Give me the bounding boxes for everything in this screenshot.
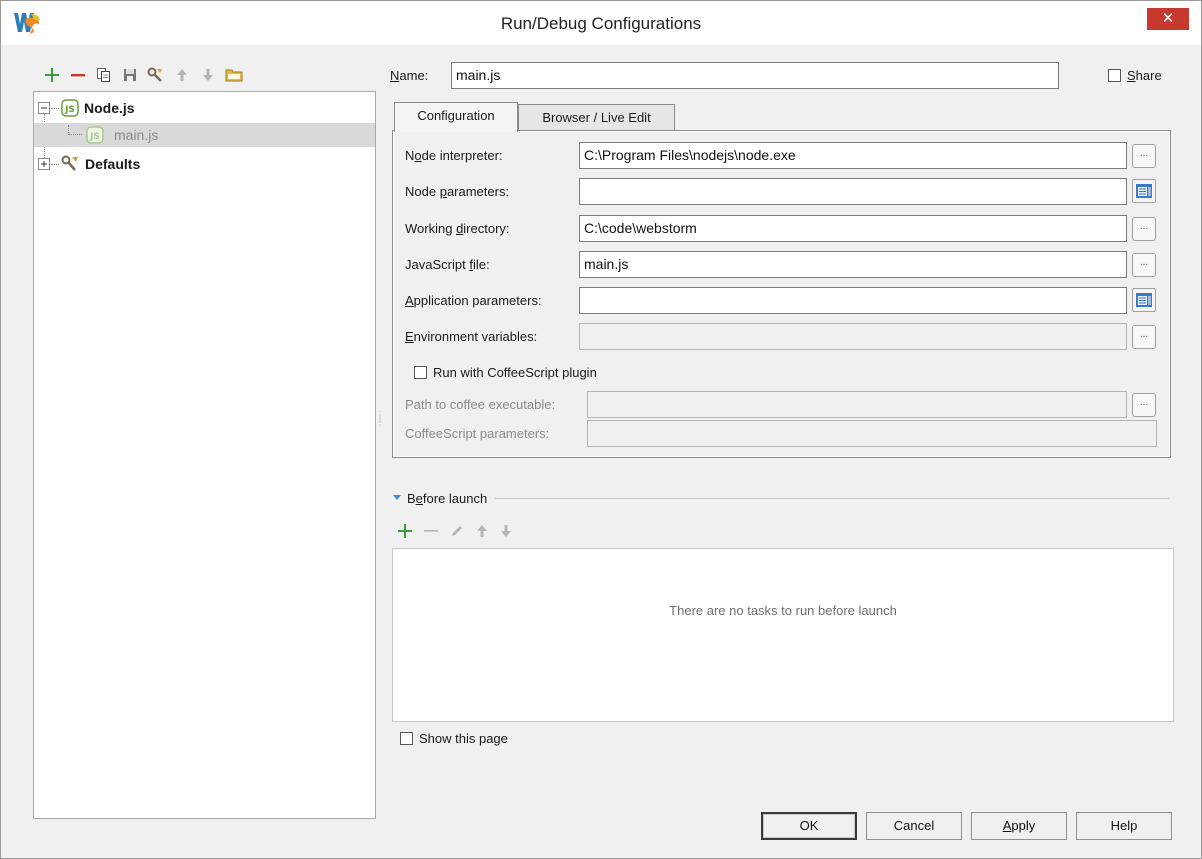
coffeescript-checkbox[interactable] bbox=[414, 366, 427, 379]
collapse-icon[interactable] bbox=[38, 102, 50, 114]
environment-variables-browse-button[interactable]: ... bbox=[1132, 325, 1156, 349]
remove-icon[interactable] bbox=[65, 63, 91, 87]
node-interpreter-input[interactable]: C:\Program Files\nodejs\node.exe bbox=[579, 142, 1127, 169]
javascript-file-input[interactable]: main.js bbox=[579, 251, 1127, 278]
tab-configuration[interactable]: Configuration bbox=[394, 102, 518, 132]
before-launch-toolbar bbox=[397, 519, 513, 543]
svg-text:JS: JS bbox=[64, 105, 75, 115]
coffee-path-label: Path to coffee executable: bbox=[405, 397, 556, 412]
application-parameters-expand-button[interactable] bbox=[1132, 288, 1156, 312]
name-label: Name: bbox=[390, 68, 429, 83]
before-launch-header[interactable]: Before launch bbox=[392, 490, 1169, 506]
expand-editor-icon bbox=[1136, 293, 1152, 307]
pane-splitter[interactable]: ⋮ ⋮ ⋮ bbox=[376, 411, 384, 435]
node-interpreter-browse-button[interactable]: ... bbox=[1132, 144, 1156, 168]
copy-icon[interactable] bbox=[91, 63, 117, 87]
working-directory-input[interactable]: C:\code\webstorm bbox=[579, 215, 1127, 242]
run-debug-configurations-dialog: Run/Debug Configurations ✕ JS Node.js JS… bbox=[0, 0, 1202, 859]
apply-button[interactable]: Apply bbox=[971, 812, 1067, 840]
tree-node-nodejs[interactable]: JS Node.js bbox=[38, 96, 368, 120]
working-directory-label: Working directory: bbox=[405, 221, 510, 236]
title-bar: Run/Debug Configurations ✕ bbox=[1, 1, 1201, 45]
configurations-tree: JS Node.js JS main.js Defaults bbox=[33, 91, 376, 819]
node-parameters-expand-button[interactable] bbox=[1132, 179, 1156, 203]
move-task-down-icon[interactable] bbox=[499, 523, 513, 539]
name-input[interactable]: main.js bbox=[451, 62, 1059, 89]
move-up-icon[interactable] bbox=[169, 63, 195, 87]
node-parameters-input[interactable] bbox=[579, 178, 1127, 205]
ok-button[interactable]: OK bbox=[761, 812, 857, 840]
share-label: Share bbox=[1127, 68, 1162, 83]
coffee-path-input[interactable] bbox=[587, 391, 1127, 418]
section-divider bbox=[495, 497, 1169, 499]
close-button[interactable]: ✕ bbox=[1147, 8, 1189, 30]
application-parameters-input[interactable] bbox=[579, 287, 1127, 314]
node-interpreter-label: Node interpreter: bbox=[405, 148, 503, 163]
tab-browser-live-edit[interactable]: Browser / Live Edit bbox=[518, 104, 675, 132]
nodejs-icon: JS bbox=[61, 99, 79, 117]
share-checkbox[interactable] bbox=[1108, 69, 1121, 82]
edit-defaults-icon[interactable] bbox=[143, 63, 169, 87]
show-this-page-label: Show this page bbox=[419, 731, 508, 746]
window-title: Run/Debug Configurations bbox=[500, 14, 702, 33]
configurations-toolbar bbox=[39, 63, 247, 87]
javascript-file-browse-button[interactable]: ... bbox=[1132, 253, 1156, 277]
javascript-file-label: JavaScript file: bbox=[405, 257, 490, 272]
working-directory-browse-button[interactable]: ... bbox=[1132, 217, 1156, 241]
show-this-page-checkbox[interactable] bbox=[400, 732, 413, 745]
help-button[interactable]: Help bbox=[1076, 812, 1172, 840]
tree-node-mainjs[interactable]: JS main.js bbox=[34, 123, 375, 147]
expand-editor-icon bbox=[1136, 184, 1152, 198]
remove-task-icon[interactable] bbox=[423, 523, 439, 539]
tree-node-defaults[interactable]: Defaults bbox=[38, 152, 368, 176]
cancel-button[interactable]: Cancel bbox=[866, 812, 962, 840]
tree-label-nodejs: Node.js bbox=[84, 100, 135, 116]
folder-icon[interactable] bbox=[221, 63, 247, 87]
environment-variables-label: Environment variables: bbox=[405, 329, 538, 344]
collapse-triangle-icon[interactable] bbox=[392, 493, 402, 503]
nodejs-config-icon: JS bbox=[86, 126, 104, 144]
expand-icon[interactable] bbox=[38, 158, 50, 170]
move-down-icon[interactable] bbox=[195, 63, 221, 87]
coffee-path-browse-button[interactable]: ... bbox=[1132, 393, 1156, 417]
node-parameters-label: Node parameters: bbox=[405, 184, 510, 199]
coffeescript-parameters-input[interactable] bbox=[587, 420, 1157, 447]
edit-task-icon[interactable] bbox=[449, 523, 465, 539]
tree-label-mainjs: main.js bbox=[114, 127, 159, 143]
add-icon[interactable] bbox=[39, 63, 65, 87]
coffeescript-parameters-label: CoffeeScript parameters: bbox=[405, 426, 550, 441]
coffeescript-checkbox-label: Run with CoffeeScript plugin bbox=[433, 365, 597, 380]
empty-tasks-message: There are no tasks to run before launch bbox=[669, 603, 897, 618]
tree-label-defaults: Defaults bbox=[85, 156, 141, 172]
environment-variables-input[interactable] bbox=[579, 323, 1127, 350]
svg-text:JS: JS bbox=[89, 132, 100, 142]
before-launch-title: Before launch bbox=[407, 490, 488, 506]
defaults-wrench-icon bbox=[61, 155, 78, 171]
application-parameters-label: Application parameters: bbox=[405, 293, 542, 308]
before-launch-tasks-list: There are no tasks to run before launch bbox=[392, 548, 1174, 722]
move-task-up-icon[interactable] bbox=[475, 523, 489, 539]
add-task-icon[interactable] bbox=[397, 523, 413, 539]
save-icon[interactable] bbox=[117, 63, 143, 87]
